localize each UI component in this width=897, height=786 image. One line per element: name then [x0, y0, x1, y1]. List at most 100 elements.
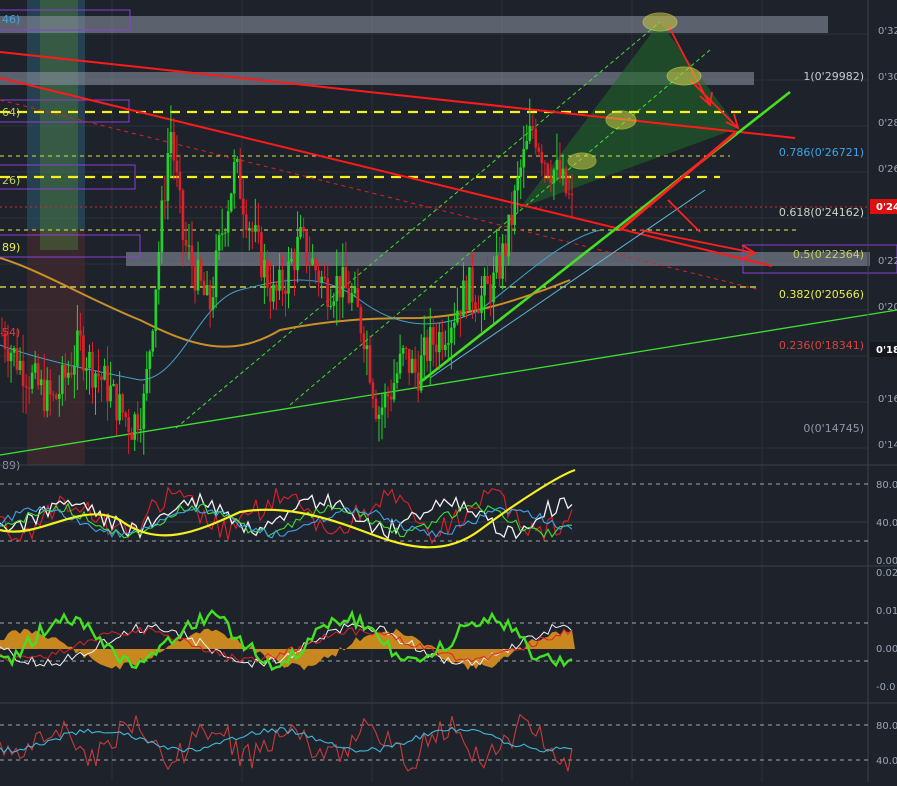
candle-body: [27, 387, 31, 389]
candle-body: [181, 190, 185, 240]
candle-body: [103, 365, 106, 380]
candle-body: [284, 290, 287, 294]
candle-body: [543, 162, 547, 164]
left-label-89: 89): [2, 241, 20, 254]
candle-body: [254, 224, 257, 232]
candle-body: [332, 301, 336, 306]
candle-body: [371, 382, 375, 399]
price-tick-030: 0'30: [878, 72, 897, 83]
candle-body: [21, 360, 25, 387]
candle-body: [64, 365, 67, 378]
candle-body: [18, 360, 22, 370]
candle-body: [12, 347, 16, 353]
candle-body: [235, 158, 239, 162]
candle-body: [39, 379, 43, 386]
candle-body: [211, 297, 215, 310]
candle-body: [498, 255, 501, 279]
candle-body: [471, 267, 474, 302]
candle-body: [82, 335, 85, 371]
candle-body: [537, 147, 541, 152]
candle-body: [109, 385, 112, 402]
osc1-tick-40: 40.00: [876, 518, 897, 529]
candle-body: [229, 193, 233, 212]
candle-body: [480, 295, 483, 313]
candle-body: [434, 344, 438, 353]
candle-body: [329, 305, 333, 308]
candle-body: [549, 176, 553, 184]
chart-canvas[interactable]: 46) 64) 26) 89) 54) 89) 1(0'29982) 0.786…: [0, 0, 897, 782]
fib-label-0786: 0.786(0'26721): [779, 146, 864, 159]
candle-body: [362, 333, 366, 350]
candle-body: [79, 330, 82, 336]
candle-body: [519, 167, 523, 177]
candle-body: [459, 310, 462, 317]
candle-body: [522, 148, 526, 168]
price-tick-028: 0'28: [878, 118, 897, 129]
candle-body: [3, 333, 7, 349]
candle-body: [401, 347, 405, 354]
candle-body: [344, 266, 348, 289]
candle-body: [558, 159, 562, 179]
candle-body: [263, 260, 266, 278]
candle-body: [341, 266, 345, 298]
price-tick-022: 0'22: [878, 256, 897, 267]
candle-body: [444, 344, 447, 351]
candle-body: [278, 269, 281, 291]
candle-body: [61, 365, 64, 394]
candle-body: [477, 309, 480, 313]
candle-body: [160, 200, 164, 252]
candle-body: [154, 289, 158, 331]
candle-body: [48, 380, 52, 395]
candle-body: [97, 373, 100, 377]
fib-label-1: 1(0'29982): [803, 70, 864, 83]
candle-body: [251, 228, 254, 232]
candle-body: [350, 293, 354, 303]
candle-body: [151, 330, 155, 352]
candle-body: [36, 363, 40, 386]
candle-body: [507, 214, 510, 257]
candle-body: [202, 280, 206, 295]
candle-body: [58, 393, 61, 399]
candle-body: [220, 233, 224, 235]
candle-body: [33, 363, 37, 373]
candle-body: [570, 193, 574, 195]
candle-body: [468, 267, 471, 311]
candle-body: [175, 160, 179, 172]
candle-body: [91, 351, 94, 388]
candle-body: [398, 353, 402, 374]
fib-label-0: 0(0'14745): [803, 422, 864, 435]
candle-body: [353, 288, 357, 294]
candle-body: [281, 269, 284, 291]
candle-body: [392, 383, 396, 400]
osc2-tick-neg: -0.0: [876, 682, 896, 693]
candle-body: [6, 348, 10, 362]
candle-body: [166, 153, 170, 201]
candle-body: [540, 151, 544, 163]
highlight-column-green: [40, 0, 78, 250]
candle-body: [226, 211, 230, 233]
candle-body: [127, 417, 130, 433]
candle-body: [404, 347, 408, 349]
price-tick-016: 0'16: [878, 394, 897, 405]
candle-body: [326, 278, 330, 308]
candle-body: [269, 287, 272, 302]
candle-body: [190, 245, 194, 267]
candle-body: [9, 352, 13, 362]
fib-label-05: 0.5(0'22364): [793, 248, 864, 261]
candle-body: [483, 275, 486, 296]
candle-body: [293, 258, 296, 271]
candle-body: [374, 398, 378, 419]
candle-body: [450, 327, 453, 344]
candle-body: [317, 270, 320, 283]
candle-body: [238, 158, 242, 199]
candle-body: [130, 432, 133, 440]
last-price-text: 0'24: [876, 202, 897, 213]
candle-body: [112, 384, 115, 386]
candle-body: [296, 236, 299, 271]
candle-body: [70, 372, 73, 375]
osc2-tick-000: 0.00: [876, 644, 897, 655]
candle-body: [561, 168, 565, 179]
candle-body: [389, 396, 393, 400]
candle-body: [217, 234, 221, 251]
candle-body: [395, 373, 399, 384]
